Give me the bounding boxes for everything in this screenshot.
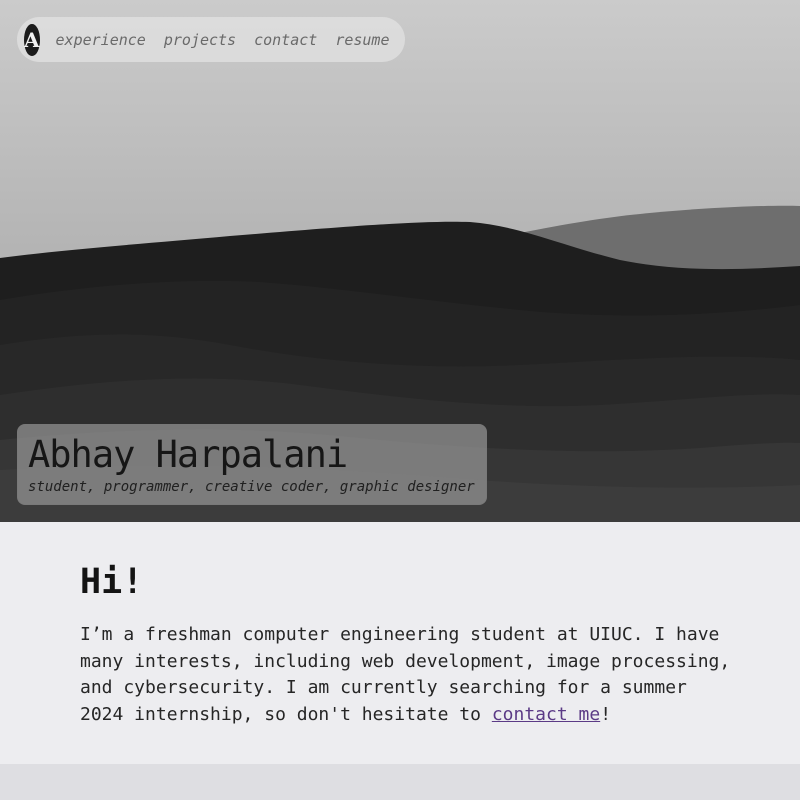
nav-link-contact[interactable]: contact: [254, 31, 317, 49]
page-title: Abhay Harpalani: [28, 433, 348, 476]
intro-heading: Hi!: [80, 562, 144, 602]
name-card: Abhay Harpalani student, programmer, cre…: [17, 424, 487, 505]
logo-icon[interactable]: A: [24, 23, 40, 56]
top-nav: A experience projects contact resume: [17, 17, 405, 62]
bio-end: !: [600, 703, 612, 725]
footer-band: [0, 764, 800, 800]
nav-link-experience[interactable]: experience: [56, 31, 146, 49]
contact-me-link[interactable]: contact me: [492, 704, 600, 725]
nav-link-projects[interactable]: projects: [164, 31, 236, 49]
intro-section: Hi! I’m a freshman computer engineering …: [0, 522, 800, 764]
nav-link-resume[interactable]: resume: [335, 31, 389, 49]
bio-text: I’m a freshman computer engineering stud…: [80, 624, 731, 725]
bio-paragraph: I’m a freshman computer engineering stud…: [80, 622, 740, 728]
hero-banner: A experience projects contact resume Abh…: [0, 0, 800, 522]
tagline: student, programmer, creative coder, gra…: [28, 479, 475, 495]
